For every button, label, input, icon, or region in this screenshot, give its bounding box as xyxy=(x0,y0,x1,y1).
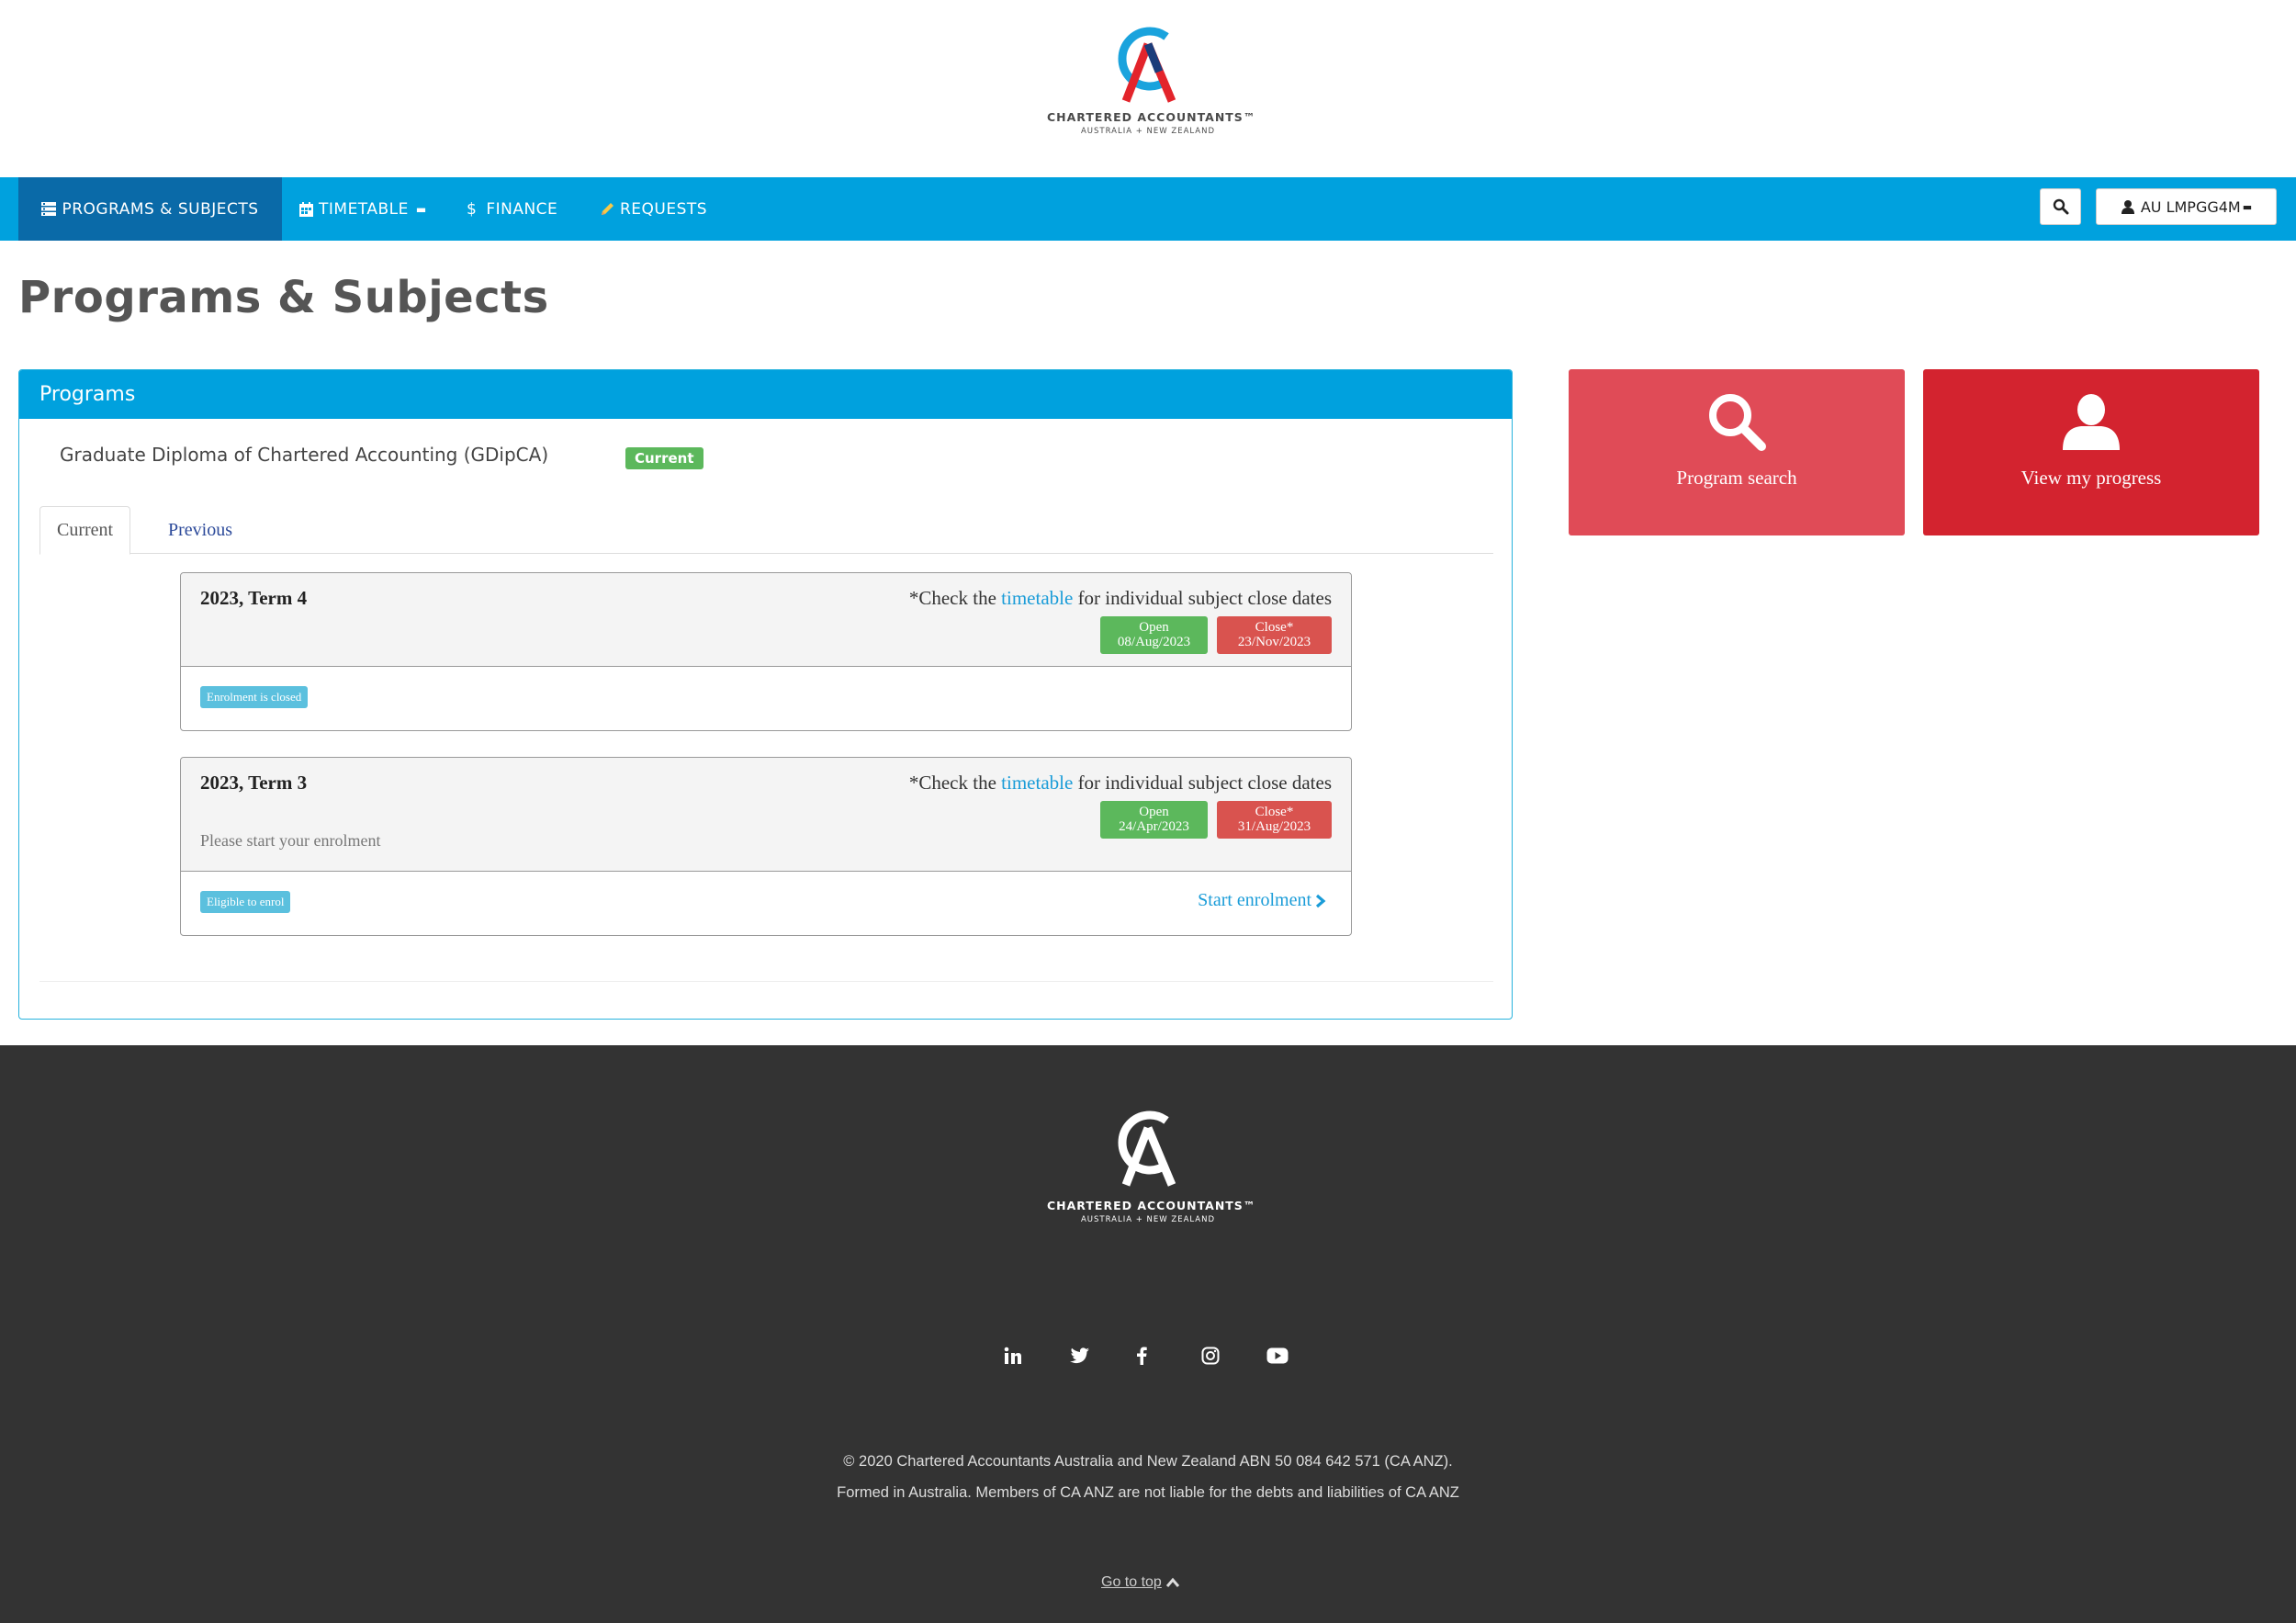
timetable-note: *Check the timetable for individual subj… xyxy=(909,587,1332,610)
ca-logo-mark-icon xyxy=(1118,27,1176,103)
tab-current[interactable]: Current xyxy=(39,506,131,555)
term-tabs: Current Previous xyxy=(39,506,1493,555)
timetable-link[interactable]: timetable xyxy=(1001,587,1073,609)
timetable-note: *Check the timetable for individual subj… xyxy=(909,772,1332,795)
tab-previous[interactable]: Previous xyxy=(152,506,249,554)
page-title: Programs & Subjects xyxy=(18,272,549,323)
site-footer: CHARTERED ACCOUNTANTS™ AUSTRALIA + NEW Z… xyxy=(0,1045,2296,1623)
term-name: 2023, Term 4 xyxy=(200,587,308,609)
enrolment-message: Please start your enrolment xyxy=(200,831,381,850)
dollar-icon: $ xyxy=(467,199,478,219)
list-icon xyxy=(41,202,57,216)
term-card-header: 2023, Term 4 *Check the timetable for in… xyxy=(181,573,1351,667)
user-label: AU LMPGG4M xyxy=(2140,197,2241,216)
nav-label: TIMETABLE xyxy=(319,199,409,219)
open-date: 24/Apr/2023 xyxy=(1119,819,1189,834)
term-card-footer: Eligible to enrol Start enrolment xyxy=(181,872,1351,935)
logo-subtitle: AUSTRALIA + NEW ZEALAND xyxy=(1080,127,1216,136)
note-suffix: for individual subject close dates xyxy=(1073,587,1332,609)
open-date-badge: Open 08/Aug/2023 xyxy=(1100,616,1208,654)
dropdown-caret-icon: ▬ xyxy=(2242,200,2253,213)
go-to-top-link[interactable]: Go to top xyxy=(1101,1574,1180,1591)
nav-label: PROGRAMS & SUBJECTS xyxy=(62,199,259,219)
facebook-icon[interactable] xyxy=(1125,1339,1158,1372)
term-card-header: 2023, Term 3 *Check the timetable for in… xyxy=(181,758,1351,872)
open-label: Open xyxy=(1139,620,1169,635)
twitter-icon[interactable] xyxy=(1064,1339,1097,1372)
close-date: 31/Aug/2023 xyxy=(1237,819,1311,834)
close-date: 23/Nov/2023 xyxy=(1237,635,1311,649)
go-to-top-label: Go to top xyxy=(1101,1574,1162,1590)
enrolment-status-badge: Eligible to enrol xyxy=(200,891,291,913)
site-header: CHARTERED ACCOUNTANTS™ AUSTRALIA + NEW Z… xyxy=(0,0,2296,177)
youtube-icon[interactable] xyxy=(1261,1339,1294,1372)
nav-programs-subjects[interactable]: PROGRAMS & SUBJECTS xyxy=(18,177,282,241)
main-navbar: PROGRAMS & SUBJECTS TIMETABLE ▬ $ FINANC… xyxy=(0,177,2296,241)
dropdown-caret-icon: ▬ xyxy=(415,202,427,216)
ca-logo-mark-icon xyxy=(1118,1110,1176,1187)
chevron-up-icon xyxy=(1165,1577,1180,1588)
logo-title: CHARTERED ACCOUNTANTS™ xyxy=(1047,110,1256,124)
open-date-badge: Open 24/Apr/2023 xyxy=(1100,801,1208,839)
open-date: 08/Aug/2023 xyxy=(1117,635,1191,649)
term-card: 2023, Term 3 *Check the timetable for in… xyxy=(180,757,1352,936)
search-icon xyxy=(1709,394,1766,451)
term-card: 2023, Term 4 *Check the timetable for in… xyxy=(180,572,1352,731)
programs-panel-heading: Programs xyxy=(19,370,1512,419)
timetable-link[interactable]: timetable xyxy=(1001,772,1073,794)
programs-panel: Programs Graduate Diploma of Chartered A… xyxy=(18,369,1513,1020)
footer-logo-title: CHARTERED ACCOUNTANTS™ xyxy=(1047,1199,1256,1212)
program-status-badge: Current xyxy=(625,447,703,469)
nav-timetable[interactable]: TIMETABLE ▬ xyxy=(299,177,427,241)
note-prefix: *Check the xyxy=(908,587,1002,609)
footer-logo[interactable]: CHARTERED ACCOUNTANTS™ AUSTRALIA + NEW Z… xyxy=(1047,1108,1256,1224)
user-icon xyxy=(2121,199,2135,214)
term-name: 2023, Term 3 xyxy=(200,772,308,794)
note-prefix: *Check the xyxy=(908,772,1002,794)
note-suffix: for individual subject close dates xyxy=(1073,772,1332,794)
copyright-line-2: Formed in Australia. Members of CA ANZ a… xyxy=(837,1484,1459,1501)
close-label: Close* xyxy=(1255,620,1294,635)
open-label: Open xyxy=(1139,805,1169,819)
program-name: Graduate Diploma of Chartered Accounting… xyxy=(60,444,549,466)
view-my-progress-label: View my progress xyxy=(2020,467,2162,489)
nav-finance[interactable]: $ FINANCE xyxy=(467,177,557,241)
term-card-footer: Enrolment is closed xyxy=(181,667,1351,730)
chevron-right-icon xyxy=(1315,894,1326,908)
copyright-line-1: © 2020 Chartered Accountants Australia a… xyxy=(843,1453,1453,1470)
close-label: Close* xyxy=(1255,805,1294,819)
close-date-badge: Close* 31/Aug/2023 xyxy=(1217,801,1332,839)
start-enrolment-link[interactable]: Start enrolment xyxy=(1198,890,1326,911)
instagram-icon[interactable] xyxy=(1194,1339,1227,1372)
nav-label: FINANCE xyxy=(486,199,558,219)
program-search-label: Program search xyxy=(1676,467,1797,489)
view-my-progress-tile[interactable]: View my progress xyxy=(1923,369,2259,535)
program-search-tile[interactable]: Program search xyxy=(1569,369,1905,535)
pencil-icon xyxy=(600,202,614,217)
ca-anz-logo[interactable]: CHARTERED ACCOUNTANTS™ AUSTRALIA + NEW Z… xyxy=(1047,24,1256,148)
panel-divider xyxy=(39,981,1493,982)
user-icon xyxy=(2063,394,2120,450)
footer-logo-subtitle: AUSTRALIA + NEW ZEALAND xyxy=(1080,1215,1216,1224)
start-enrolment-label: Start enrolment xyxy=(1198,890,1311,910)
enrolment-status-badge: Enrolment is closed xyxy=(200,686,309,708)
search-button[interactable] xyxy=(2040,188,2081,225)
nav-requests[interactable]: REQUESTS xyxy=(600,177,707,241)
calendar-icon xyxy=(299,201,313,217)
nav-label: REQUESTS xyxy=(620,199,708,219)
linkedin-icon[interactable] xyxy=(996,1339,1030,1372)
search-icon xyxy=(2053,198,2068,215)
close-date-badge: Close* 23/Nov/2023 xyxy=(1217,616,1332,654)
user-menu-button[interactable]: AU LMPGG4M ▬ xyxy=(2096,188,2277,225)
